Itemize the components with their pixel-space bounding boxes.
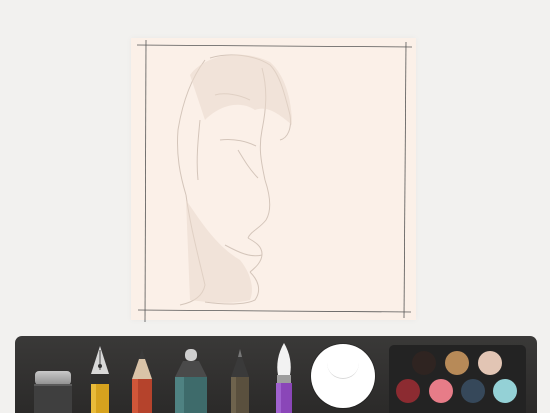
swatch-4[interactable] — [396, 379, 420, 403]
swatch-7[interactable] — [493, 379, 517, 403]
outline-pen-tool[interactable] — [228, 349, 252, 413]
color-mixer-button[interactable] — [311, 344, 375, 408]
pencil-tool[interactable] — [130, 349, 154, 413]
eraser-tool[interactable] — [33, 369, 73, 413]
color-palette — [389, 345, 526, 413]
swatch-6[interactable] — [461, 379, 485, 403]
swatch-1[interactable] — [412, 351, 436, 375]
mixer-icon — [327, 358, 359, 379]
eraser-icon — [34, 371, 72, 413]
marker-tool[interactable] — [173, 349, 209, 413]
swatch-2[interactable] — [445, 351, 469, 375]
fountain-pen-tool[interactable] — [89, 346, 111, 413]
face-sketch — [136, 39, 413, 323]
brush-icon — [276, 343, 292, 413]
marker-icon — [175, 349, 207, 413]
pencil-icon — [132, 349, 152, 413]
fountain-pen-icon — [91, 346, 109, 413]
drawing-canvas[interactable] — [0, 0, 550, 335]
watercolor-brush-tool[interactable] — [272, 343, 296, 413]
outline-pen-icon — [231, 349, 249, 413]
swatch-3[interactable] — [478, 351, 502, 375]
swatch-5[interactable] — [429, 379, 453, 403]
